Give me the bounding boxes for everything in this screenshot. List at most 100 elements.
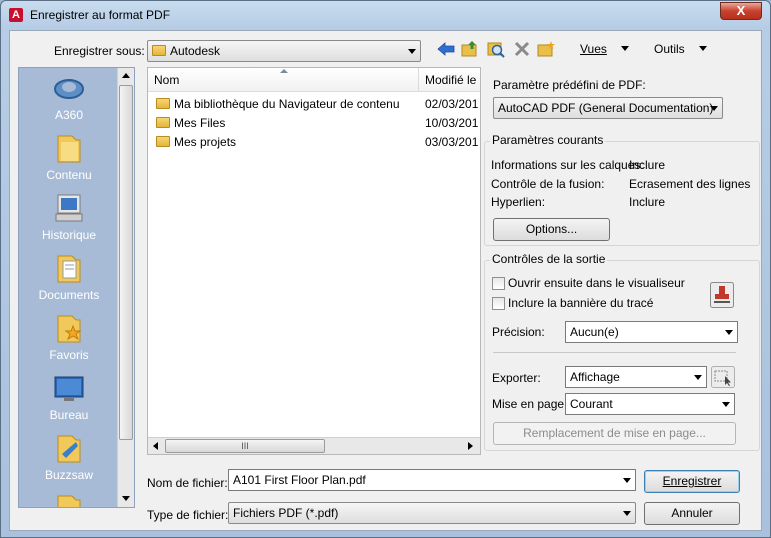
export-value: Affichage bbox=[570, 370, 620, 384]
chevron-down-icon bbox=[694, 375, 702, 380]
favorites-icon bbox=[57, 315, 82, 343]
save-in-dropdown[interactable]: Autodesk bbox=[147, 40, 421, 62]
buzzsaw-icon bbox=[57, 435, 81, 463]
chevron-down-icon bbox=[710, 106, 718, 111]
select-window-button[interactable] bbox=[711, 366, 735, 388]
chevron-down-icon bbox=[698, 46, 707, 51]
page-setup-override-button[interactable]: Remplacement de mise en page... bbox=[493, 422, 736, 445]
place-bureau[interactable]: Bureau bbox=[19, 372, 119, 432]
save-button-label: Enregistrer bbox=[662, 474, 722, 488]
place-a360[interactable]: A360 bbox=[19, 72, 119, 132]
list-item[interactable]: Mes Files 10/03/201 bbox=[148, 114, 480, 133]
folder-icon bbox=[156, 98, 170, 109]
desktop-icon bbox=[54, 376, 84, 401]
autocad-logo-icon: A bbox=[9, 8, 23, 22]
page-setup-label: Mise en page: bbox=[492, 397, 568, 411]
places-scrollbar[interactable] bbox=[117, 68, 134, 507]
filetype-dropdown[interactable]: Fichiers PDF (*.pdf) bbox=[228, 502, 636, 524]
stamp-icon bbox=[719, 286, 725, 294]
views-label: Vues bbox=[580, 42, 607, 56]
search-web-icon[interactable] bbox=[486, 40, 506, 58]
views-menu[interactable]: Vues bbox=[580, 42, 629, 56]
delete-icon[interactable] bbox=[512, 40, 532, 58]
scroll-down-arrow-icon[interactable] bbox=[122, 496, 130, 501]
folder-icon bbox=[156, 136, 170, 147]
back-arrow-icon[interactable] bbox=[436, 40, 456, 58]
place-label: Documents bbox=[38, 288, 100, 302]
layer-info-value: Inclure bbox=[629, 158, 666, 172]
pdf-preset-label: Paramètre prédéfini de PDF: bbox=[493, 78, 646, 92]
scroll-right-arrow-icon[interactable] bbox=[468, 442, 473, 450]
title-bar[interactable]: A Enregistrer au format PDF X bbox=[1, 1, 770, 29]
place-contenu[interactable]: Contenu bbox=[19, 132, 119, 192]
save-in-label: Enregistrer sous: bbox=[54, 44, 145, 58]
filename-value: A101 First Floor Plan.pdf bbox=[233, 473, 366, 487]
page-setup-dropdown[interactable]: Courant bbox=[565, 393, 735, 415]
item-name: Ma bibliothèque du Navigateur de contenu bbox=[174, 97, 400, 111]
place-favoris[interactable]: Favoris bbox=[19, 312, 119, 372]
place-label: Buzzsaw bbox=[44, 468, 94, 482]
place-label: Favoris bbox=[49, 348, 89, 362]
place-historique[interactable]: Historique bbox=[19, 192, 119, 252]
output-controls-title: Contrôles de la sortie bbox=[490, 252, 608, 266]
save-in-value: Autodesk bbox=[170, 44, 221, 58]
a360-icon bbox=[54, 79, 84, 99]
filetype-value: Fichiers PDF (*.pdf) bbox=[233, 506, 339, 520]
layer-info-label: Informations sur les calques: bbox=[491, 158, 644, 172]
documents-icon bbox=[57, 255, 81, 283]
place-more[interactable] bbox=[19, 492, 119, 507]
current-settings-title: Paramètres courants bbox=[490, 133, 606, 147]
folder-icon bbox=[57, 495, 81, 507]
pdf-preset-value: AutoCAD PDF (General Documentation) bbox=[498, 101, 714, 115]
open-viewer-checkbox[interactable] bbox=[492, 277, 505, 290]
save-button[interactable]: Enregistrer bbox=[644, 470, 740, 493]
list-item[interactable]: Mes projets 03/03/201 bbox=[148, 133, 480, 152]
file-list[interactable]: Nom Modifié le Ma bibliothèque du Naviga… bbox=[147, 67, 481, 455]
column-modified-label: Modifié le bbox=[425, 73, 477, 87]
scroll-up-arrow-icon[interactable] bbox=[122, 73, 130, 78]
save-as-pdf-dialog: A Enregistrer au format PDF X Enregistre… bbox=[0, 0, 771, 538]
list-item[interactable]: Ma bibliothèque du Navigateur de contenu… bbox=[148, 95, 480, 114]
item-date: 03/03/201 bbox=[425, 135, 479, 149]
scrollbar-thumb[interactable]: III bbox=[165, 439, 325, 453]
filename-input[interactable]: A101 First Floor Plan.pdf bbox=[228, 469, 636, 491]
chevron-down-icon bbox=[408, 49, 416, 54]
precision-value: Aucun(e) bbox=[570, 325, 619, 339]
tools-label: Outils bbox=[654, 42, 685, 56]
separator bbox=[493, 352, 736, 353]
scrollbar-thumb[interactable] bbox=[119, 85, 133, 440]
file-list-hscrollbar[interactable]: III bbox=[148, 437, 480, 454]
column-header-modified[interactable]: Modifié le bbox=[419, 68, 480, 92]
export-dropdown[interactable]: Affichage bbox=[565, 366, 707, 388]
stamp-button[interactable] bbox=[710, 282, 734, 308]
new-folder-icon[interactable] bbox=[536, 40, 556, 58]
place-buzzsaw[interactable]: Buzzsaw bbox=[19, 432, 119, 492]
places-bar: A360 Contenu Historique Documents Favori… bbox=[18, 67, 135, 508]
page-setup-value: Courant bbox=[570, 397, 613, 411]
precision-dropdown[interactable]: Aucun(e) bbox=[565, 321, 738, 343]
up-folder-icon[interactable] bbox=[460, 40, 480, 58]
options-button[interactable]: Options... bbox=[493, 218, 610, 241]
merge-control-value: Ecrasement des lignes bbox=[629, 177, 751, 191]
chevron-down-icon bbox=[620, 46, 629, 51]
place-label: A360 bbox=[54, 108, 84, 122]
include-banner-checkbox[interactable] bbox=[492, 297, 505, 310]
sort-ascending-icon bbox=[280, 69, 288, 73]
tools-menu[interactable]: Outils bbox=[654, 42, 707, 56]
pdf-preset-dropdown[interactable]: AutoCAD PDF (General Documentation) bbox=[493, 97, 723, 119]
folder-icon bbox=[57, 135, 81, 163]
chevron-down-icon bbox=[725, 330, 733, 335]
filename-label: Nom de fichier: bbox=[147, 476, 228, 490]
folder-icon bbox=[152, 45, 166, 56]
item-name: Mes projets bbox=[174, 135, 237, 149]
cancel-button[interactable]: Annuler bbox=[644, 502, 740, 525]
scroll-left-arrow-icon[interactable] bbox=[153, 442, 158, 450]
filetype-label: Type de fichier: bbox=[147, 508, 229, 522]
include-banner-label: Inclure la bannière du tracé bbox=[508, 296, 654, 310]
place-label: Bureau bbox=[49, 408, 89, 422]
column-name-label: Nom bbox=[154, 73, 180, 87]
close-button[interactable]: X bbox=[720, 2, 762, 20]
precision-label: Précision: bbox=[492, 325, 545, 339]
column-header-name[interactable]: Nom bbox=[148, 68, 419, 92]
place-documents[interactable]: Documents bbox=[19, 252, 119, 312]
